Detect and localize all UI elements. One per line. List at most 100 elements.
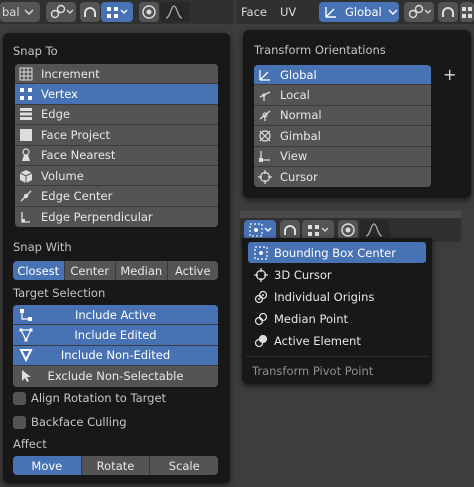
face-nearest-icon (22, 148, 30, 162)
snap-to-increment[interactable]: Increment (15, 64, 218, 85)
orientation-icon (50, 4, 73, 19)
snap-with-median[interactable]: Median (116, 261, 168, 280)
backface-culling-label: Backface Culling (31, 415, 127, 429)
target-selection-title: Target Selection (13, 286, 106, 300)
orientation-global[interactable]: Global (254, 65, 431, 86)
target-exclude-non-selectable[interactable]: Exclude Non-Selectable (13, 366, 218, 387)
bounding-box-center-icon (249, 223, 272, 237)
affect-scale[interactable]: Scale (150, 456, 218, 475)
target-selection-list: Include Active Include Edited Include No… (13, 305, 218, 387)
orientation-cursor[interactable]: Cursor (254, 166, 431, 188)
mode-dropdown[interactable]: bal (0, 2, 40, 22)
snap-to-title: Snap To (13, 44, 58, 58)
target-include-edited[interactable]: Include Edited (13, 325, 218, 346)
snap-toggle-button-right[interactable] (438, 2, 458, 22)
pivot-individual-origins[interactable]: Individual Origins (248, 286, 426, 307)
proportional-edit-button[interactable] (139, 2, 159, 22)
pivot-median-point[interactable]: Median Point (248, 308, 426, 329)
affect-rotate[interactable]: Rotate (81, 456, 151, 475)
falloff-dropdown[interactable] (160, 2, 190, 22)
uv-menu[interactable]: UV (280, 5, 296, 19)
snap-element-dropdown[interactable] (101, 2, 133, 22)
snap-to-edge-perpendicular[interactable]: Edge Perpendicular (15, 206, 218, 228)
snap-to-edge-center[interactable]: Edge Center (15, 186, 218, 207)
vertex-snap-icon (308, 225, 329, 236)
snap-with-closest[interactable]: Closest (13, 261, 65, 280)
pivot-3d-cursor[interactable]: 3D Cursor (248, 264, 426, 285)
orientation-label: View (280, 149, 308, 164)
falloff-dropdown-pivot[interactable] (360, 220, 390, 240)
snap-to-label: Increment (41, 66, 100, 81)
snap-with-center[interactable]: Center (64, 261, 116, 280)
checkbox-box (13, 391, 26, 405)
target-include-active[interactable]: Include Active (13, 305, 218, 326)
snap-element-button-right[interactable] (460, 2, 474, 22)
orientation-label: Normal (280, 108, 322, 123)
snap-to-face-nearest[interactable]: Face Nearest (15, 145, 218, 166)
snap-to-label: Edge (41, 107, 70, 122)
snap-element-dropdown-pivot[interactable] (302, 220, 334, 240)
orientation-gimbal[interactable]: Gimbal (254, 126, 431, 147)
backface-culling-checkbox[interactable]: Backface Culling (13, 415, 127, 429)
pivot-divider (246, 356, 428, 357)
proportional-edit-icon (142, 5, 156, 19)
pivot-bounding-box-center[interactable]: Bounding Box Center (248, 242, 426, 263)
active-element-icon (254, 334, 268, 347)
include-edited-icon (19, 328, 33, 342)
orientation-normal[interactable]: Normal (254, 105, 431, 127)
snap-to-list: Increment Vertex Edge Face Project Face … (15, 64, 218, 228)
pivot-point-dropdown[interactable] (244, 220, 276, 240)
align-rotation-checkbox[interactable]: Align Rotation to Target (13, 391, 166, 405)
checkbox-box (13, 415, 26, 429)
snap-to-volume[interactable]: Volume (15, 165, 218, 187)
snap-to-edge[interactable]: Edge (15, 104, 218, 126)
orientation-label: Local (280, 88, 310, 103)
face-menu[interactable]: Face (241, 5, 267, 19)
orientation-label: Global (280, 67, 317, 82)
vertex-snap-icon (107, 7, 128, 18)
target-include-non-edited[interactable]: Include Non-Edited (13, 345, 218, 367)
affect-segmented: Move Rotate Scale (13, 456, 218, 475)
snap-to-face-project[interactable]: Face Project (15, 125, 218, 146)
add-orientation-button[interactable]: + (443, 65, 456, 84)
falloff-curve-icon (365, 223, 383, 237)
snap-to-label: Face Nearest (41, 148, 116, 163)
vertex-snap-icon (462, 7, 472, 18)
cursor-crosshair-icon (254, 267, 268, 282)
snap-with-title: Snap With (13, 240, 72, 254)
pivot-label: Bounding Box Center (274, 245, 396, 260)
orientation-dropdown[interactable]: Global (319, 2, 399, 22)
pivot-dropdown[interactable] (404, 2, 434, 22)
align-rotation-label: Align Rotation to Target (31, 391, 167, 405)
orientation-label: Cursor (280, 170, 318, 185)
bounding-box-center-icon (254, 245, 268, 260)
edge-perpendicular-icon (21, 211, 30, 223)
falloff-curve-icon (165, 5, 183, 19)
snap-toggle-button[interactable] (80, 2, 100, 22)
magnet-icon (84, 7, 96, 17)
header-left: bal (0, 0, 234, 24)
orientation-title: Transform Orientations (254, 43, 386, 57)
global-axes-icon (259, 69, 270, 81)
affect-move[interactable]: Move (13, 456, 82, 475)
gimbal-icon (259, 130, 271, 142)
transform-orientation-button[interactable] (46, 2, 76, 22)
snap-toggle-button-pivot[interactable] (280, 220, 300, 240)
orientation-label: Gimbal (280, 128, 321, 143)
snap-to-vertex[interactable]: Vertex (15, 84, 218, 105)
pivot-label: 3D Cursor (274, 267, 332, 282)
orientation-list: Global Local Normal Gimbal View Cursor (254, 65, 431, 188)
snap-to-label: Face Project (41, 127, 111, 142)
pivot-title: Transform Pivot Point (252, 364, 374, 378)
normal-icon (259, 110, 271, 122)
snap-with-active[interactable]: Active (167, 261, 218, 280)
proportional-edit-button-pivot[interactable] (338, 220, 358, 240)
orientation-local[interactable]: Local (254, 85, 431, 106)
pivot-active-element[interactable]: Active Element (248, 330, 426, 351)
orientation-value: Global (345, 5, 382, 19)
orientation-popover: Transform Orientations Global Local Norm… (243, 30, 471, 198)
pivot-label: Individual Origins (274, 289, 375, 304)
include-active-icon (20, 308, 32, 321)
view-axes-icon (259, 151, 270, 163)
orientation-view[interactable]: View (254, 146, 431, 167)
